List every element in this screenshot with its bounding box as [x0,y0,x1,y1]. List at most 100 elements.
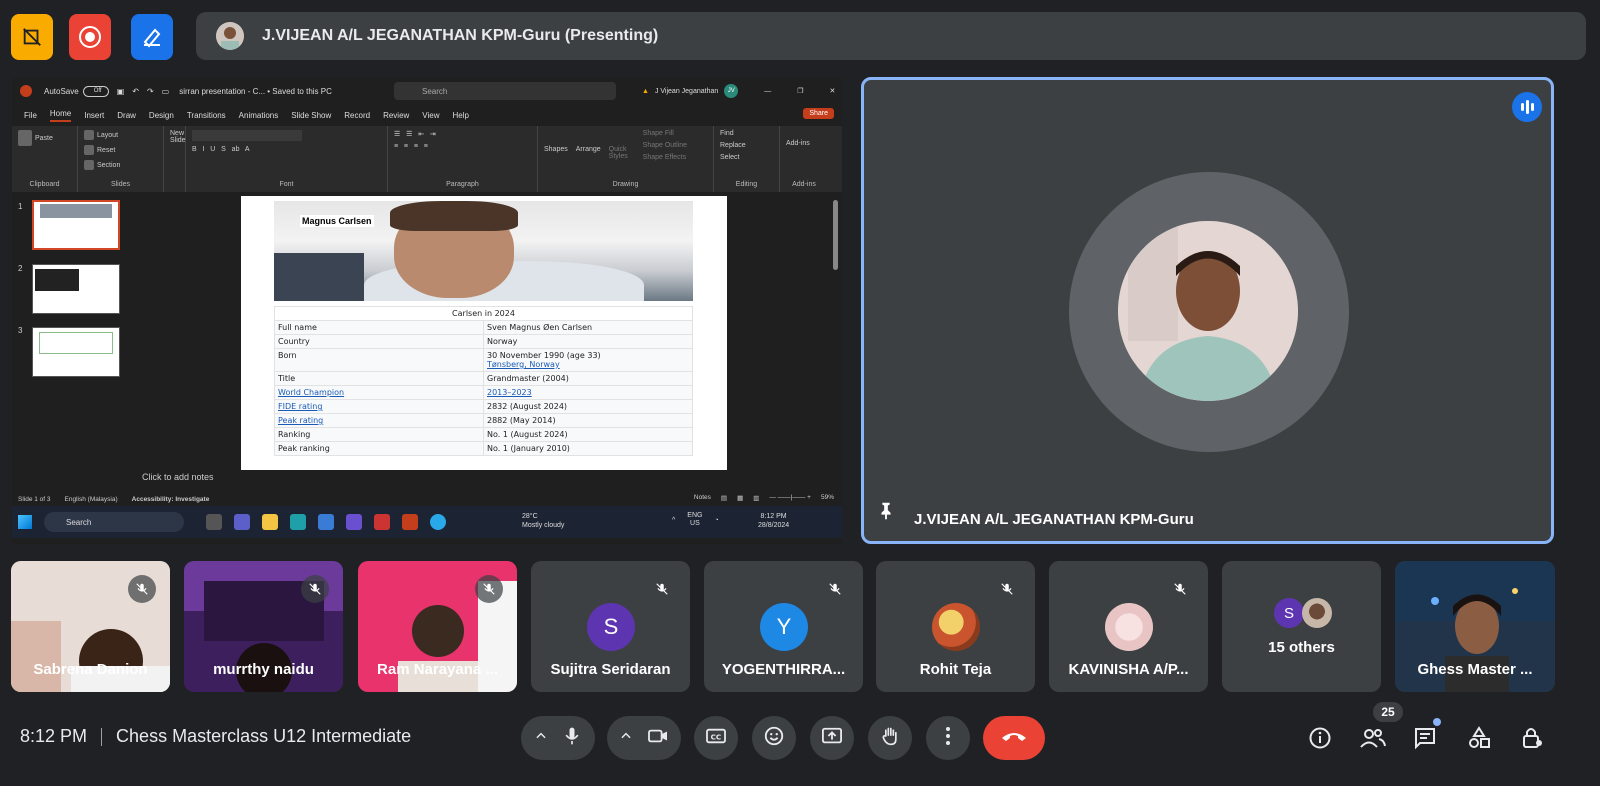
tab-draw[interactable]: Draw [117,111,136,120]
vertical-scrollbar[interactable] [833,200,838,270]
tab-design[interactable]: Design [149,111,174,120]
captions-button[interactable]: CC [694,716,738,760]
ppt-user-avatar[interactable]: JV [724,84,739,98]
slide-thumbnail-1[interactable] [32,200,120,250]
current-slide[interactable]: Magnus Carlsen Carlsen in 2024 Full name… [241,196,727,470]
restore-icon[interactable]: ❐ [797,87,803,95]
accessibility-status[interactable]: Accessibility: Investigate [132,496,210,503]
people-button[interactable] [1359,724,1387,752]
participant-tile[interactable]: S Sujitra Seridaran [531,561,690,692]
slide-thumbnail-3[interactable] [32,327,120,377]
participant-tile[interactable]: murrthy naidu [184,561,343,692]
minimize-icon[interactable]: — [764,88,771,95]
pin-icon[interactable] [875,500,897,527]
doc-title[interactable]: sirran presentation - C... • Saved to th… [179,87,332,96]
language-indicator[interactable]: English (Malaysia) [65,496,118,503]
tab-view[interactable]: View [422,111,439,120]
wifi-icon[interactable]: ◔ [714,517,718,524]
shapes-button[interactable]: Shapes [544,130,568,161]
row-label-link[interactable]: FIDE rating [274,399,484,414]
tab-insert[interactable]: Insert [84,111,104,120]
telegram-icon[interactable] [430,514,446,530]
video-options-chevron-icon[interactable] [619,729,633,748]
task-view-icon[interactable] [206,514,222,530]
edge-icon[interactable] [290,514,306,530]
addins-button[interactable]: Add-ins [786,130,822,147]
teams-icon[interactable] [234,514,250,530]
participant-tile[interactable]: Rohit Teja [876,561,1035,692]
tab-record[interactable]: Record [344,111,370,120]
participant-tile[interactable]: Sabrena Danion [11,561,170,692]
ppt-search[interactable]: Search [394,82,616,100]
tab-transitions[interactable]: Transitions [187,111,226,120]
participant-tile[interactable]: KAVINISHA A/P... [1049,561,1208,692]
slide-thumbnail-2[interactable] [32,264,120,314]
language-switcher[interactable]: ENG US [687,512,702,528]
tray-chevron-icon[interactable]: ^ [672,517,675,524]
taskbar-clock[interactable]: 8:12 PM 28/8/2024 [758,512,789,530]
redo-icon[interactable]: ↷ [147,87,154,96]
reading-view-icon[interactable]: ▥ [753,494,759,502]
microphone-icon[interactable] [562,725,582,752]
find-button[interactable]: Find [720,130,773,137]
paste-button[interactable]: Paste [18,130,71,146]
row-label-link[interactable]: Peak rating [274,413,484,428]
undo-icon[interactable]: ↶ [132,87,139,96]
activities-button[interactable] [1465,724,1493,752]
font-family-box[interactable] [192,130,302,141]
zoom-level[interactable]: 59% [821,494,834,502]
shape-outline-button[interactable]: Shape Outline [643,142,687,149]
section-button[interactable]: Section [84,160,157,170]
tab-home[interactable]: Home [49,109,72,122]
close-icon[interactable]: ✕ [830,87,836,95]
select-button[interactable]: Select [720,154,773,161]
ppt-share-button[interactable]: Share [803,108,834,119]
participant-tile[interactable]: Y YOGENTHIRRA... [704,561,863,692]
tab-file[interactable]: File [24,111,37,120]
camera-icon[interactable] [647,727,669,750]
reactions-button[interactable] [752,716,796,760]
shape-effects-button[interactable]: Shape Effects [643,154,687,161]
arrange-button[interactable]: Arrange [576,130,601,161]
windows-start-icon[interactable] [18,515,32,529]
present-button[interactable] [810,716,854,760]
store-icon[interactable] [318,514,334,530]
tab-review[interactable]: Review [383,111,409,120]
new-slide-button[interactable]: New Slide [170,130,186,144]
notes-toggle[interactable]: Notes [694,494,711,502]
replace-button[interactable]: Replace [720,142,773,149]
present-icon[interactable]: ▭ [162,87,170,96]
autosave-toggle[interactable]: Off [82,85,109,97]
host-controls-button[interactable] [1518,724,1546,752]
quick-styles-button[interactable]: Quick Styles [609,130,635,161]
file-explorer-icon[interactable] [262,514,278,530]
whiteboard-button[interactable] [131,14,173,60]
weather-widget[interactable]: 28°C Mostly cloudy [522,512,564,530]
others-tile[interactable]: S 15 others [1222,561,1381,692]
tab-help[interactable]: Help [453,111,469,120]
more-options-button[interactable] [926,716,970,760]
app-icon[interactable] [374,514,390,530]
no-video-tools-button[interactable] [11,14,53,60]
tab-slide-show[interactable]: Slide Show [291,111,331,120]
record-button[interactable] [69,14,111,60]
powerpoint-taskbar-icon[interactable] [402,514,418,530]
leave-call-button[interactable] [983,716,1045,760]
taskbar-search[interactable]: Search [44,512,184,532]
meeting-details-button[interactable] [1306,724,1334,752]
reset-button[interactable]: Reset [84,145,157,155]
list-buttons[interactable]: ☰ ☰ ⇤ ⇥ [394,130,531,138]
save-icon[interactable]: ▣ [117,87,125,96]
zoom-slider[interactable]: — ——|—— + [769,494,811,502]
audio-options-chevron-icon[interactable] [534,729,548,748]
tab-animations[interactable]: Animations [239,111,279,120]
font-format-buttons[interactable]: B I U S ab A [192,146,381,153]
born-place[interactable]: Tønsberg, Norway [487,360,689,369]
app-icon[interactable] [346,514,362,530]
raise-hand-button[interactable] [868,716,912,760]
participant-tile[interactable]: Ghess Master ... [1395,561,1555,692]
shape-fill-button[interactable]: Shape Fill [643,130,687,137]
normal-view-icon[interactable]: ▤ [721,494,727,502]
row-value-link[interactable]: 2013–2023 [483,385,693,400]
sorter-view-icon[interactable]: ▦ [737,494,743,502]
